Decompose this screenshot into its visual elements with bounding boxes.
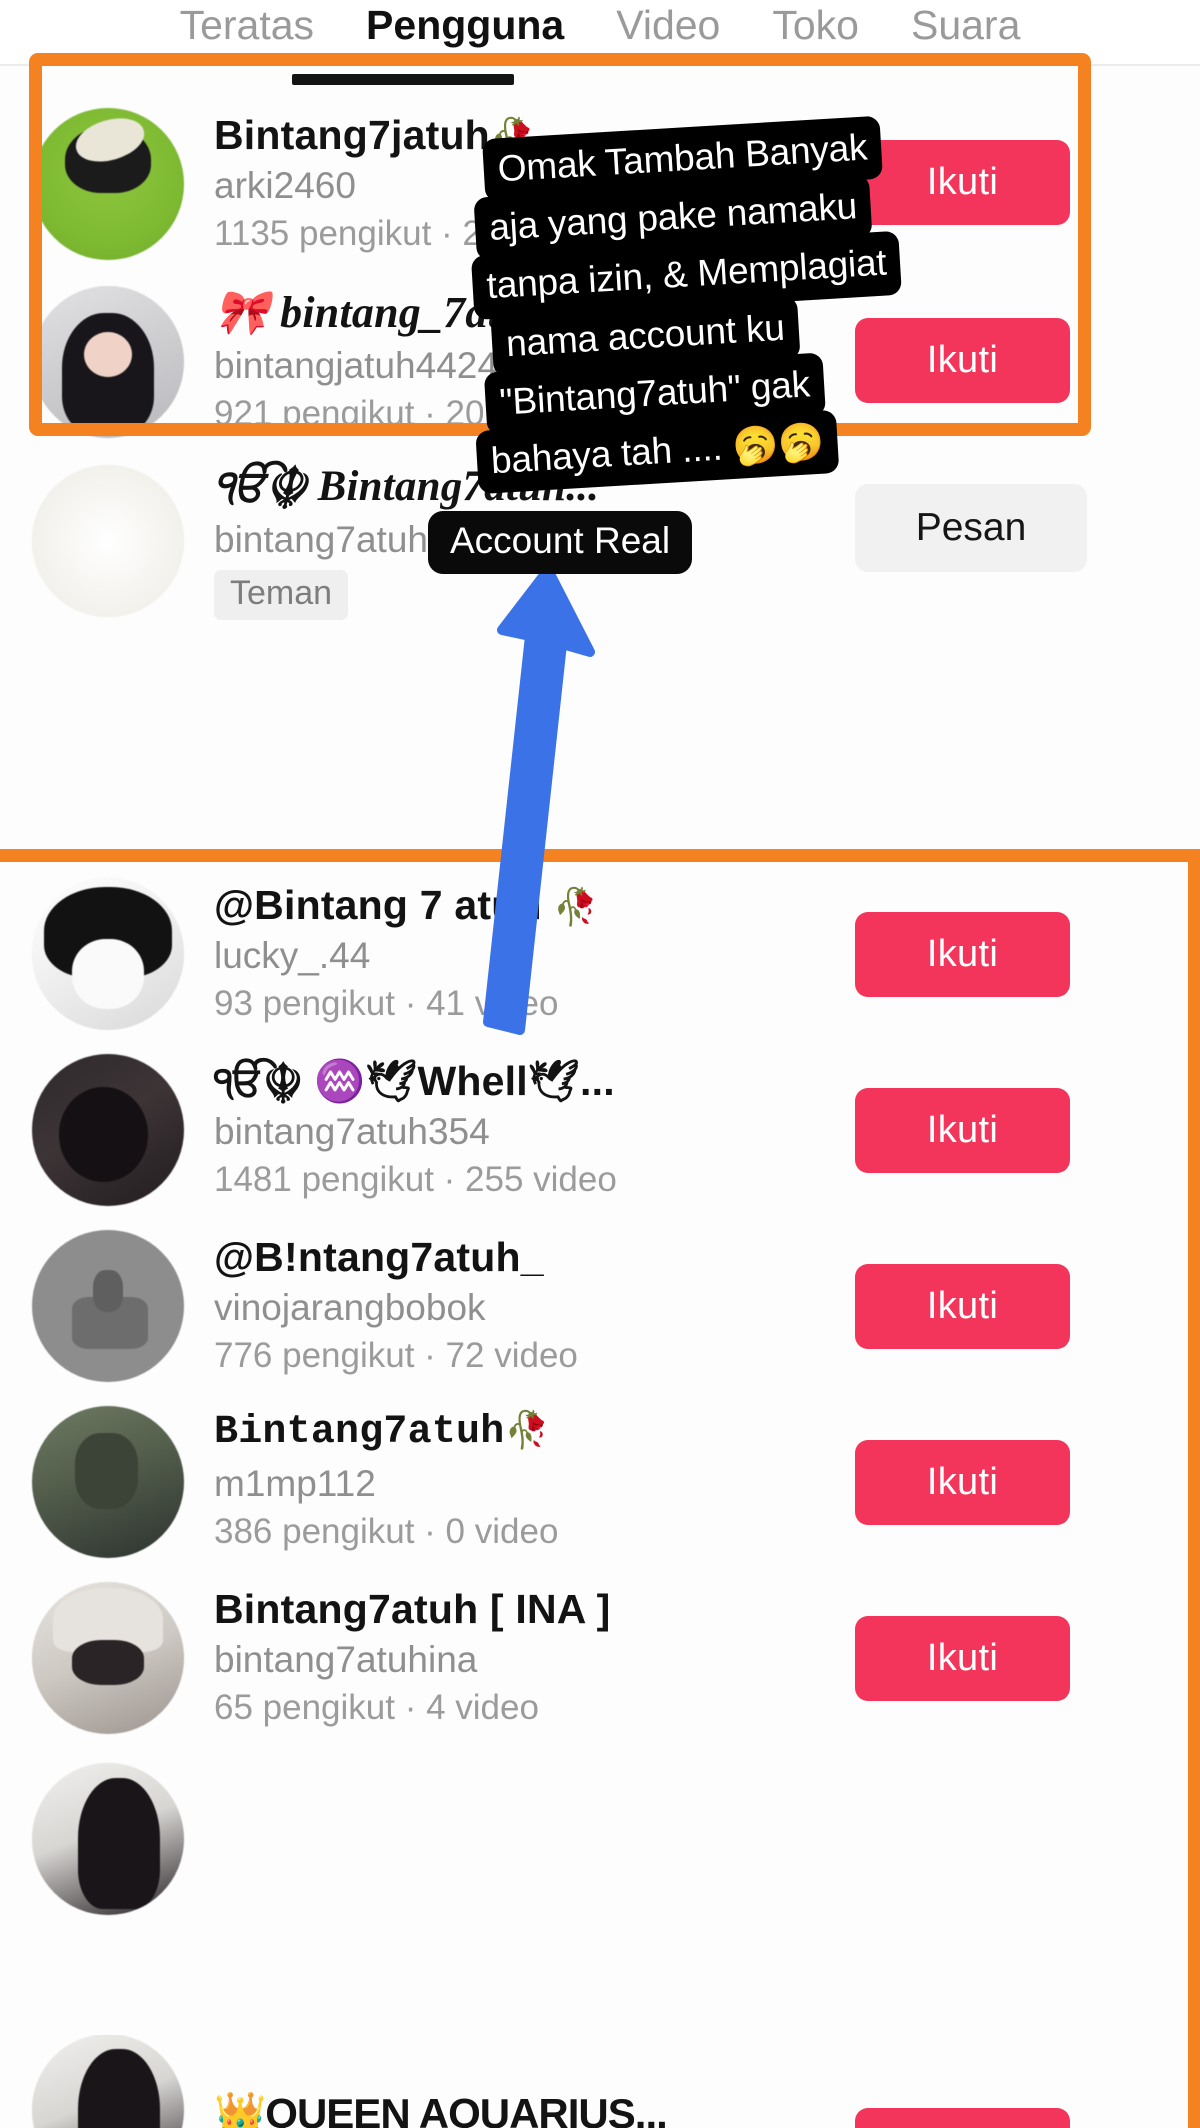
follow-button[interactable]: Ikuti — [855, 140, 1070, 225]
caption-overlay: Omak Tambah Banyak aja yang pake namaku … — [470, 115, 903, 495]
follow-button[interactable]: Ikuti — [855, 1264, 1070, 1349]
orange-right-edge — [1188, 855, 1200, 2128]
follow-button[interactable]: Ikuti — [855, 1440, 1070, 1525]
follow-button[interactable]: Ikuti — [855, 1088, 1070, 1173]
tab-pengguna[interactable]: Pengguna — [366, 2, 564, 49]
tab-active-indicator — [292, 74, 514, 85]
account-real-annotation: Account Real — [428, 511, 693, 574]
search-results-screen: Teratas Pengguna Video Toko Suara Bintan… — [0, 0, 1200, 2128]
tab-teratas[interactable]: Teratas — [180, 2, 314, 49]
follow-button[interactable]: Ikuti — [855, 1616, 1070, 1701]
avatar[interactable] — [32, 1054, 184, 1206]
avatar[interactable] — [32, 878, 184, 1030]
avatar[interactable] — [32, 108, 184, 260]
orange-divider-line — [0, 849, 1200, 862]
follow-button[interactable]: Ikuti — [855, 912, 1070, 997]
follow-button[interactable]: Ikuti — [855, 318, 1070, 403]
avatar[interactable] — [32, 1582, 184, 1734]
rose-icon: 🥀 — [504, 1412, 550, 1454]
search-tab-bar: Teratas Pengguna Video Toko Suara — [0, 0, 1200, 66]
friend-badge: Teman — [214, 570, 349, 621]
list-item[interactable] — [0, 1755, 1200, 1923]
rose-icon: 🥀 — [553, 885, 599, 927]
avatar[interactable] — [32, 1406, 184, 1558]
avatar[interactable] — [32, 286, 184, 438]
tab-video[interactable]: Video — [616, 2, 720, 49]
avatar[interactable] — [32, 1230, 184, 1382]
tab-bar-divider — [0, 64, 1200, 66]
avatar[interactable] — [32, 1763, 184, 1915]
tab-suara[interactable]: Suara — [911, 2, 1020, 49]
follow-button[interactable]: Ikuti — [855, 2108, 1070, 2128]
avatar[interactable] — [32, 2035, 184, 2128]
avatar[interactable] — [32, 465, 184, 617]
message-button[interactable]: Pesan — [855, 484, 1087, 572]
tab-toko[interactable]: Toko — [772, 2, 859, 49]
